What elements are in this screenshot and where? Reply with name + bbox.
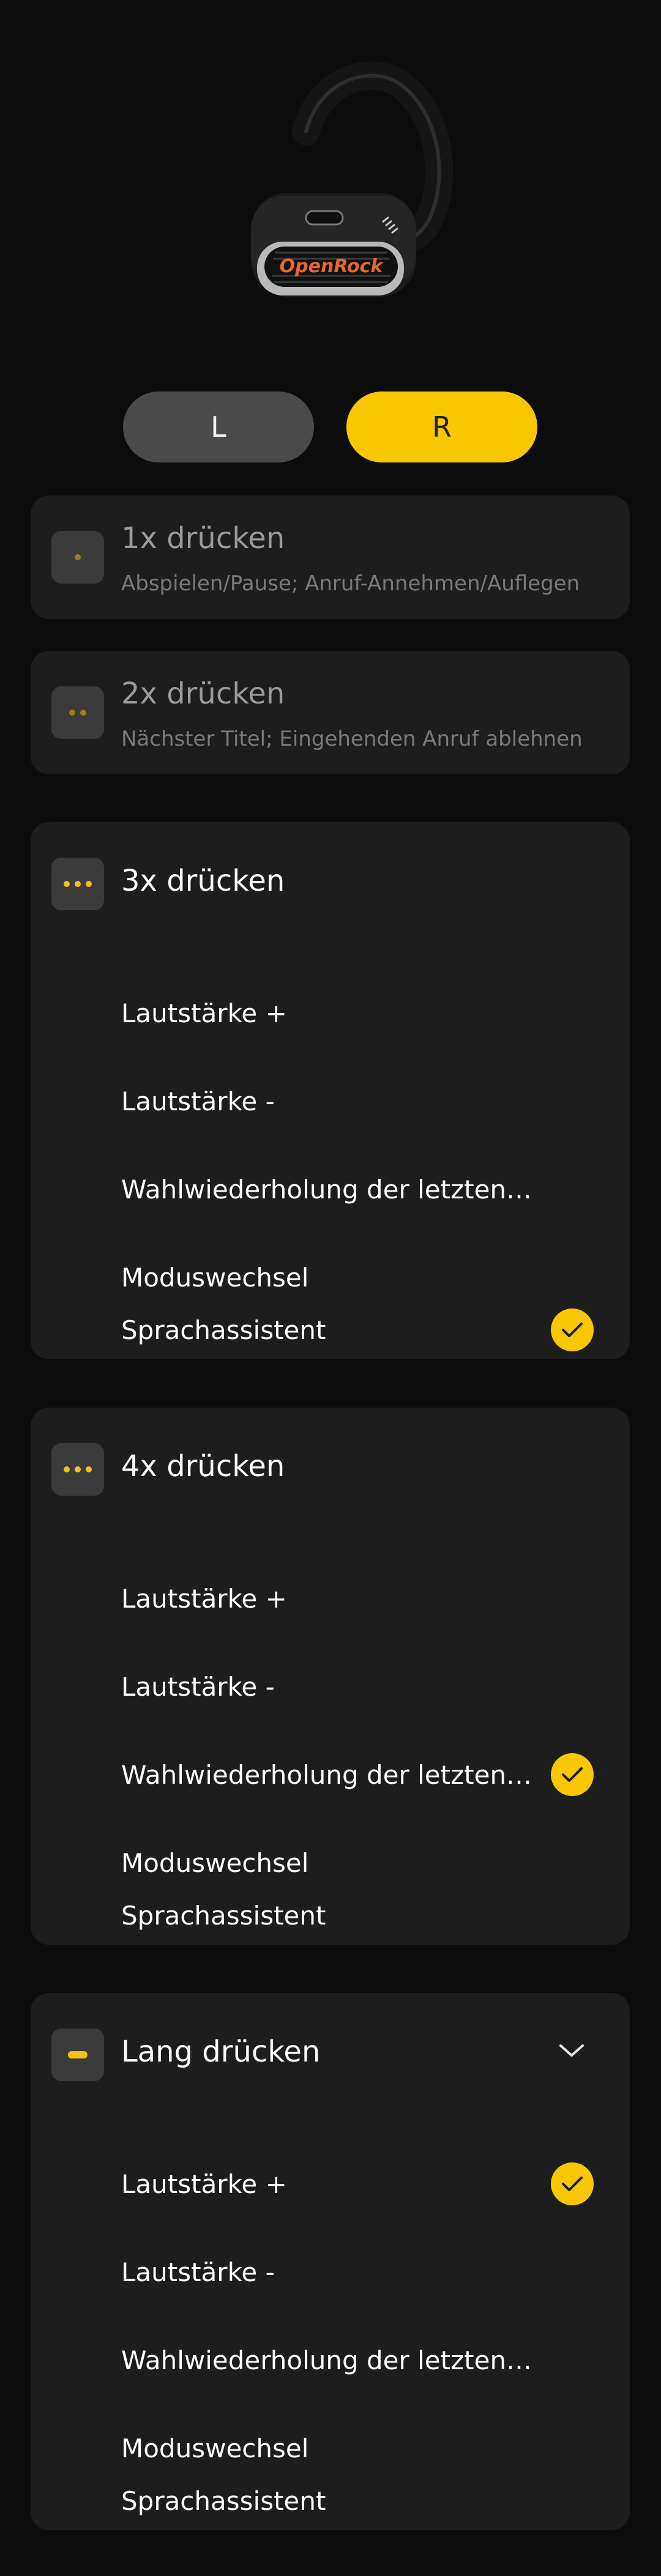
option-voice-assistant[interactable]: Sprachassistent [121,2482,623,2519]
brand-logo-text: OpenRock [280,256,384,277]
option-mode-switch[interactable]: Moduswechsel [121,1826,623,1899]
selected-check-icon [551,2162,594,2205]
press-4x-card: 4x drücken Lautstärke + Lautstärke - Wah… [31,1408,630,1945]
press-1x-title: 1x drücken [121,521,285,555]
left-side-button[interactable]: L [123,392,314,462]
earbud-hero-image: OpenRock [0,0,661,343]
option-voice-assistant[interactable]: Sprachassistent [121,1312,623,1348]
press-1x-card[interactable]: 1x drücken Abspielen/Pause; Anruf-Annehm… [31,496,630,619]
option-volume-down[interactable]: Lautstärke - [121,1650,623,1723]
option-redial[interactable]: Wahlwiederholung der letzten… [121,1738,623,1811]
three-dots-icon [51,858,104,910]
press-4x-title: 4x drücken [121,1449,285,1483]
dash-icon [51,2029,104,2081]
two-dots-icon [51,686,104,739]
option-volume-down[interactable]: Lautstärke - [121,2235,623,2309]
press-2x-subtitle: Nächster Titel; Eingehenden Anruf ablehn… [121,727,583,751]
right-side-button[interactable]: R [346,392,537,462]
press-1x-subtitle: Abspielen/Pause; Anruf-Annehmen/Auflegen [121,571,580,596]
option-mode-switch[interactable]: Moduswechsel [121,1241,623,1314]
left-side-label: L [211,410,226,444]
option-volume-down[interactable]: Lautstärke - [121,1064,623,1138]
chevron-down-icon[interactable] [558,2042,585,2062]
option-mode-switch[interactable]: Moduswechsel [121,2411,623,2485]
press-3x-card: 3x drücken Lautstärke + Lautstärke - Wah… [31,822,630,1359]
option-voice-assistant[interactable]: Sprachassistent [121,1897,623,1934]
option-volume-up[interactable]: Lautstärke + [121,976,623,1050]
press-3x-title: 3x drücken [121,864,285,898]
one-dot-icon [51,531,104,584]
option-redial[interactable]: Wahlwiederholung der letzten… [121,1153,623,1226]
selected-check-icon [551,1308,594,1351]
right-side-label: R [432,410,452,444]
option-redial[interactable]: Wahlwiederholung der letzten… [121,2323,623,2397]
selected-check-icon [551,1753,594,1796]
press-2x-card[interactable]: 2x drücken Nächster Titel; Eingehenden A… [31,651,630,774]
long-press-title: Lang drücken [121,2035,321,2069]
earbud-illustration: OpenRock [251,61,453,297]
press-2x-title: 2x drücken [121,677,285,711]
three-dots-icon [51,1443,104,1496]
long-press-card: Lang drücken Lautstärke + Lautstärke - W… [31,1993,630,2530]
option-volume-up[interactable]: Lautstärke + [121,1562,623,1635]
option-volume-up[interactable]: Lautstärke + [121,2147,623,2221]
